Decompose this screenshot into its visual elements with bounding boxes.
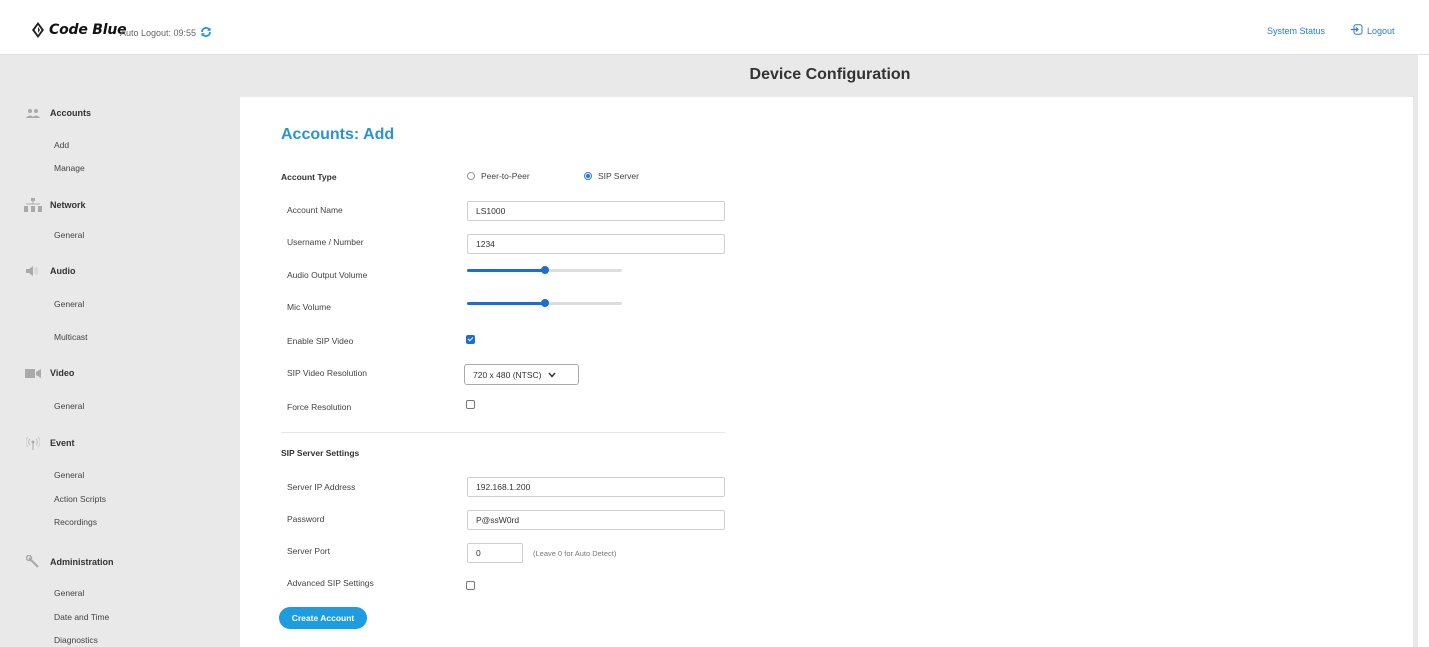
form-heading: Accounts: Add bbox=[281, 126, 395, 143]
sidebar-item-event-action-scripts[interactable]: Action Scripts bbox=[54, 494, 106, 504]
sidebar-item-admin-date-time[interactable]: Date and Time bbox=[54, 612, 109, 622]
chevron-down-icon bbox=[547, 370, 556, 380]
sidebar-section-label: Network bbox=[50, 200, 86, 210]
select-value: 720 x 480 (NTSC) bbox=[473, 369, 542, 380]
audio-output-volume-slider[interactable] bbox=[467, 263, 622, 277]
video-camera-icon bbox=[24, 368, 42, 378]
sidebar-section-network[interactable]: Network bbox=[24, 198, 86, 212]
sidebar-item-event-general[interactable]: General bbox=[54, 470, 84, 480]
slider-fill bbox=[467, 302, 545, 305]
sidebar-section-label: Accounts bbox=[50, 108, 92, 118]
top-bar: Code Blue Auto Logout: 09:55 System Stat… bbox=[0, 0, 1429, 55]
account-name-label: Account Name bbox=[287, 205, 343, 215]
auto-logout-text: Auto Logout: 09:55 bbox=[120, 28, 197, 38]
slider-fill bbox=[467, 269, 545, 272]
refresh-icon[interactable] bbox=[200, 26, 212, 40]
code-blue-logo-icon bbox=[32, 22, 44, 38]
brand-logo[interactable]: Code Blue bbox=[32, 22, 127, 38]
sidebar-section-label: Video bbox=[50, 368, 75, 378]
users-icon bbox=[24, 108, 42, 118]
radio-indicator bbox=[584, 172, 592, 180]
sidebar-section-label: Administration bbox=[50, 557, 114, 567]
force-resolution-label: Force Resolution bbox=[287, 402, 352, 412]
sidebar-item-audio-general[interactable]: General bbox=[54, 299, 84, 309]
sidebar-section-event[interactable]: Event bbox=[24, 436, 75, 450]
server-port-hint: (Leave 0 for Auto Detect) bbox=[533, 549, 617, 558]
brand-name: Code Blue bbox=[49, 22, 127, 38]
sidebar-section-audio[interactable]: Audio bbox=[24, 266, 76, 276]
mic-volume-label: Mic Volume bbox=[287, 302, 331, 312]
password-field[interactable]: P@ssW0rd bbox=[467, 510, 725, 530]
enable-sip-video-label: Enable SIP Video bbox=[287, 336, 354, 346]
server-port-label: Server Port bbox=[287, 546, 330, 556]
network-icon bbox=[24, 198, 42, 212]
sidebar-section-label: Event bbox=[50, 438, 75, 448]
server-ip-field[interactable]: 192.168.1.200 bbox=[467, 477, 725, 497]
app-window: Code Blue Auto Logout: 09:55 System Stat… bbox=[0, 0, 1429, 647]
wrench-icon bbox=[24, 555, 42, 569]
username-field[interactable]: 1234 bbox=[467, 234, 725, 254]
logout-button[interactable]: Logout bbox=[1351, 24, 1395, 37]
section-divider bbox=[281, 432, 725, 433]
sidebar-item-video-general[interactable]: General bbox=[54, 401, 84, 411]
sidebar-item-network-general[interactable]: General bbox=[54, 230, 84, 240]
radio-label: Peer-to-Peer bbox=[481, 171, 530, 181]
server-ip-label: Server IP Address bbox=[287, 482, 356, 492]
account-name-field[interactable]: LS1000 bbox=[467, 201, 725, 221]
create-account-button[interactable]: Create Account bbox=[279, 607, 367, 629]
right-shade bbox=[1413, 97, 1418, 647]
logout-label: Logout bbox=[1367, 25, 1395, 36]
sidebar-item-accounts-manage[interactable]: Manage bbox=[54, 163, 85, 173]
system-status-link[interactable]: System Status bbox=[1267, 26, 1325, 36]
audio-output-volume-label: Audio Output Volume bbox=[287, 270, 368, 280]
sidebar-section-label: Audio bbox=[50, 266, 76, 276]
speaker-icon bbox=[24, 266, 42, 276]
mic-volume-slider[interactable] bbox=[467, 296, 622, 310]
sidebar-section-administration[interactable]: Administration bbox=[24, 555, 114, 569]
slider-handle[interactable] bbox=[541, 266, 549, 274]
sidebar-item-event-recordings[interactable]: Recordings bbox=[54, 517, 97, 527]
radio-peer-to-peer[interactable]: Peer-to-Peer bbox=[467, 171, 530, 181]
username-label: Username / Number bbox=[287, 237, 364, 247]
advanced-sip-settings-label: Advanced SIP Settings bbox=[287, 578, 374, 588]
sip-server-settings-heading: SIP Server Settings bbox=[281, 448, 360, 458]
force-resolution-checkbox[interactable] bbox=[466, 400, 475, 409]
enable-sip-video-checkbox[interactable] bbox=[466, 335, 475, 344]
auto-logout-timer: Auto Logout: 09:55 bbox=[120, 26, 212, 40]
account-type-label: Account Type bbox=[281, 172, 337, 182]
sidebar-item-admin-diagnostics[interactable]: Diagnostics bbox=[54, 635, 98, 645]
sidebar-item-audio-multicast[interactable]: Multicast bbox=[54, 332, 88, 342]
sidebar-section-accounts[interactable]: Accounts bbox=[24, 108, 91, 118]
page-title: Device Configuration bbox=[749, 66, 911, 83]
right-edge bbox=[1418, 55, 1429, 647]
sidebar-item-admin-general[interactable]: General bbox=[54, 588, 84, 598]
sidebar-section-video[interactable]: Video bbox=[24, 368, 74, 378]
broadcast-icon bbox=[24, 436, 42, 450]
server-port-field[interactable]: 0 bbox=[467, 543, 523, 563]
radio-indicator bbox=[467, 172, 475, 180]
main-panel bbox=[240, 97, 1413, 647]
slider-handle[interactable] bbox=[541, 299, 549, 307]
radio-label: SIP Server bbox=[598, 171, 639, 181]
password-label: Password bbox=[287, 514, 325, 524]
sidebar-item-accounts-add[interactable]: Add bbox=[54, 140, 69, 150]
sip-video-resolution-label: SIP Video Resolution bbox=[287, 368, 368, 378]
advanced-sip-settings-checkbox[interactable] bbox=[466, 581, 475, 590]
sip-video-resolution-select[interactable]: 720 x 480 (NTSC) bbox=[464, 364, 579, 385]
logout-icon bbox=[1351, 24, 1363, 37]
radio-sip-server[interactable]: SIP Server bbox=[584, 171, 639, 181]
